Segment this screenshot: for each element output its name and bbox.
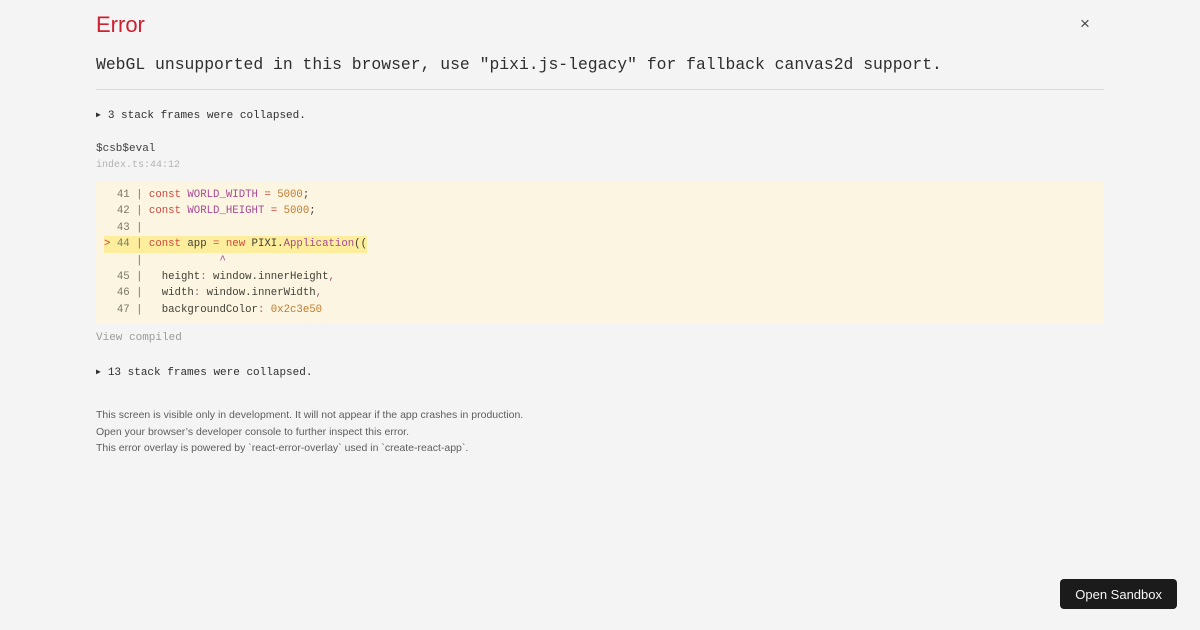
- error-message: WebGL unsupported in this browser, use "…: [96, 55, 942, 74]
- error-overlay-screen: × Error WebGL unsupported in this browse…: [0, 0, 1200, 630]
- open-sandbox-button[interactable]: Open Sandbox: [1060, 579, 1177, 609]
- footer-notes: This screen is visible only in developme…: [96, 407, 1104, 457]
- collapsed-stack-frames-top[interactable]: ▶ 3 stack frames were collapsed.: [96, 110, 1104, 122]
- code-line: 41 | const WORLD_WIDTH = 5000;: [104, 189, 310, 201]
- footer-note-dev-only: This screen is visible only in developme…: [96, 409, 524, 422]
- collapsed-stack-frames-top-label: 3 stack frames were collapsed.: [107, 110, 306, 122]
- error-overlay-content: Error WebGL unsupported in this browser,…: [96, 0, 1104, 457]
- code-line: 42 | const WORLD_HEIGHT = 5000;: [104, 205, 316, 218]
- collapse-triangle-icon: ▶: [96, 111, 101, 120]
- code-line: 43 |: [104, 221, 143, 234]
- code-frame: 41 | const WORLD_WIDTH = 5000; 42 | cons…: [96, 182, 1104, 324]
- view-compiled-link[interactable]: View compiled: [96, 332, 182, 344]
- stack-frame-function: $csb$eval: [96, 143, 156, 155]
- code-line: 46 | width: window.innerWidth,: [104, 287, 323, 300]
- collapsed-stack-frames-bottom[interactable]: ▶ 13 stack frames were collapsed.: [96, 367, 1104, 379]
- code-line: | ^: [104, 254, 226, 267]
- error-title: Error: [96, 12, 145, 37]
- collapsed-stack-frames-bottom-label: 13 stack frames were collapsed.: [107, 367, 313, 380]
- stack-frame-location: index.ts:44:12: [96, 160, 181, 171]
- footer-note-powered-by: This error overlay is powered by `react-…: [96, 442, 469, 455]
- code-line: 47 | backgroundColor: 0x2c3e50: [104, 303, 323, 316]
- code-line: 45 | height: window.innerHeight,: [104, 270, 335, 283]
- code-line: > 44 | const app = new PIXI.Application(…: [104, 236, 1104, 253]
- footer-note-console: Open your browser’s developer console to…: [96, 425, 410, 438]
- divider: [96, 89, 1104, 90]
- collapse-triangle-icon: ▶: [96, 368, 101, 378]
